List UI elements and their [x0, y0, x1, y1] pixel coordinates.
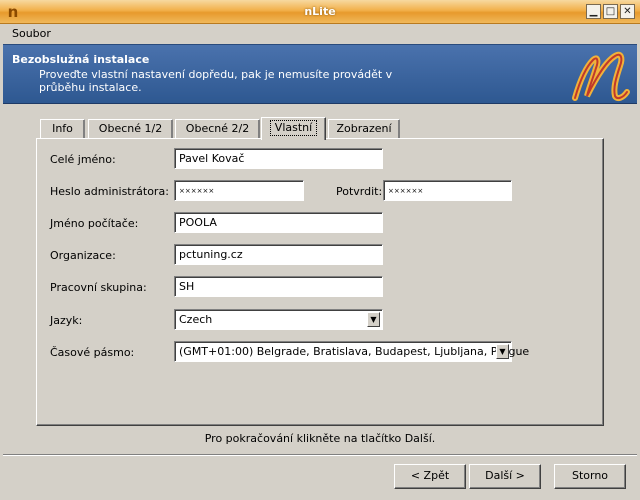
tab-display-label: Zobrazení: [336, 122, 392, 135]
tab-general-2-label: Obecné 2/2: [185, 122, 250, 135]
menu-bar: Soubor: [0, 25, 640, 42]
workgroup-label: Pracovní skupina:: [50, 281, 147, 294]
tab-custom-label: Vlastní: [269, 120, 318, 136]
maximize-button[interactable]: □: [603, 4, 618, 19]
title-bar[interactable]: n nLite ▁ □ ✕: [0, 0, 640, 24]
tab-general-2[interactable]: Obecné 2/2: [175, 119, 260, 139]
menu-soubor[interactable]: Soubor: [12, 26, 51, 41]
nlite-window: n nLite ▁ □ ✕ Soubor Bezobslužná instala…: [0, 0, 640, 500]
tab-general-1[interactable]: Obecné 1/2: [88, 119, 173, 139]
continue-hint: Pro pokračování klikněte na tlačítko Dal…: [204, 432, 436, 445]
dropdown-arrow-icon[interactable]: ▼: [367, 312, 380, 327]
timezone-label: Časové pásmo:: [50, 346, 135, 359]
next-button[interactable]: Další >: [469, 464, 541, 489]
organization-label: Organizace:: [50, 249, 116, 262]
nlite-logo-icon: [572, 51, 630, 102]
admin-password-input[interactable]: [174, 180, 304, 201]
computer-name-input[interactable]: [174, 212, 383, 233]
tab-info[interactable]: Info: [40, 119, 85, 139]
tab-display[interactable]: Zobrazení: [328, 119, 400, 139]
language-label: Jazyk:: [50, 314, 83, 327]
language-value: Czech: [179, 313, 213, 326]
dropdown-arrow-icon[interactable]: ▼: [496, 344, 509, 359]
close-button[interactable]: ✕: [620, 4, 635, 19]
computer-name-label: Jméno počítače:: [50, 217, 139, 230]
back-button[interactable]: < Zpět: [394, 464, 466, 489]
minimize-button[interactable]: ▁: [586, 4, 601, 19]
tab-info-label: Info: [52, 122, 73, 135]
tab-general-1-label: Obecné 1/2: [98, 122, 163, 135]
language-select[interactable]: Czech ▼: [174, 309, 383, 330]
footer-separator: [3, 454, 637, 456]
header-banner: Bezobslužná instalace Proveďte vlastní n…: [3, 44, 637, 104]
admin-password-label: Heslo administrátora:: [50, 185, 169, 198]
full-name-input[interactable]: [174, 148, 383, 169]
confirm-password-input[interactable]: [383, 180, 512, 201]
full-name-label: Celé jméno:: [50, 153, 116, 166]
header-description: Proveďte vlastní nastavení dopředu, pak …: [39, 68, 393, 94]
tab-panel-custom: Celé jméno: Heslo administrátora: Potvrd…: [36, 138, 604, 426]
organization-input[interactable]: [174, 244, 383, 265]
timezone-select[interactable]: (GMT+01:00) Belgrade, Bratislava, Budape…: [174, 341, 529, 362]
timezone-value: (GMT+01:00) Belgrade, Bratislava, Budape…: [179, 345, 530, 358]
tab-custom[interactable]: Vlastní: [261, 117, 326, 140]
workgroup-input[interactable]: [174, 276, 383, 297]
cancel-button[interactable]: Storno: [554, 464, 626, 489]
confirm-password-label: Potvrdit:: [336, 185, 383, 198]
header-title: Bezobslužná instalace: [12, 53, 150, 66]
window-title: nLite: [304, 5, 336, 18]
